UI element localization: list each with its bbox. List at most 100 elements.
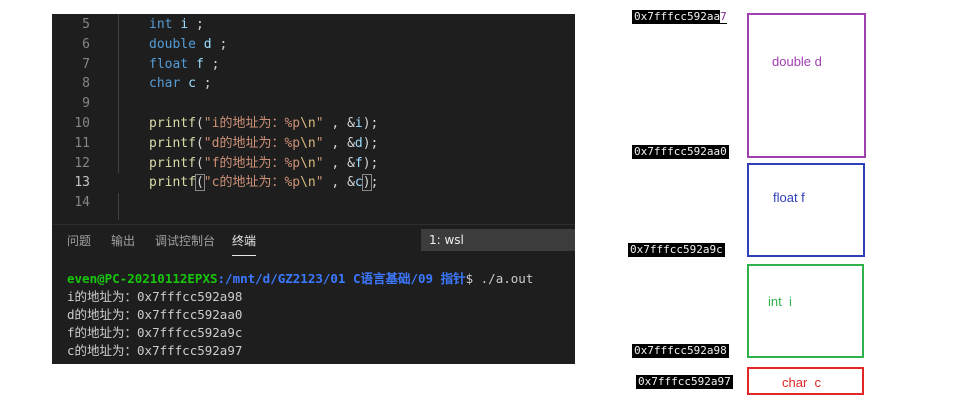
code-line[interactable]: 7 float f ; [52,55,575,75]
vscode-window: 5 int i ; 6 double d ; 7 float f ; 8 char c ; 9 1… [52,14,575,364]
tab-debug-console[interactable]: 调试控制台 [155,232,215,249]
code-token: int [149,17,173,32]
memory-box-label: float f [773,190,805,205]
line-number: 11 [74,135,90,151]
code-token: c [354,175,363,191]
code-token: ; [195,76,212,92]
prompt-command: $ ./a.out [465,271,534,286]
code-token: float [149,56,189,72]
line-number: 10 [74,116,90,131]
code-token: "d的地址为：%p [203,135,301,151]
terminal-output-line: f的地址为：0x7fffcc592a9c [67,325,243,340]
code-text: printf("f的地址为：%p\n" , &f); [149,154,378,174]
tab-problems[interactable]: 问题 [67,232,91,249]
code-token: c [188,76,196,92]
code-line[interactable]: 11 printf("d的地址为：%p\n" , &d); [52,134,575,154]
line-number: 12 [74,155,90,171]
terminal-select[interactable]: 1: wsl [421,229,575,251]
memory-box-label: int i [768,294,792,309]
line-number: 7 [82,56,90,72]
address-label-a9c: 0x7fffcc592a9c [628,243,725,257]
code-token: , & [323,155,355,171]
code-text: printf("d的地址为：%p\n" , &d); [149,134,378,154]
code-line[interactable]: 12 printf("f的地址为：%p\n" , &f); [52,154,575,174]
code-token: ; [188,17,204,32]
code-token: " [315,155,324,171]
memory-box-char: char c [747,367,864,395]
code-token: " [315,175,324,191]
terminal-output-line: c的地址为：0x7fffcc592a97 [67,343,243,358]
address-label-a98: 0x7fffcc592a98 [632,344,729,358]
code-token: ( [195,155,204,171]
tab-output[interactable]: 输出 [111,232,135,249]
code-token: \n [300,116,316,131]
address-label-top-main: 0x7fffcc592aa [634,10,721,23]
code-line[interactable]: 6 double d ; [52,35,575,55]
code-token: ); [362,116,379,131]
code-token: " [315,135,324,151]
code-token: double [149,36,196,52]
code-token: \n [300,155,316,171]
code-token: d [354,135,363,151]
code-text: int i ; [149,15,204,35]
memory-box-int: int i [747,264,864,358]
code-token: "c的地址为：%p [203,175,301,191]
code-text: char c ; [149,74,212,94]
code-line[interactable]: 5 int i ; [52,15,575,35]
code-token: "i的地址为：%p [203,116,301,131]
line-number: 13 [74,175,90,191]
code-line[interactable]: 9 [52,94,575,114]
code-token: i [180,17,189,32]
code-token: ); [362,155,379,171]
code-token: " [315,116,324,131]
address-label-top: 0x7fffcc592aa7 [632,10,727,24]
code-token: "f的地址为：%p [203,155,301,171]
terminal-prompt-line: even@PC-20210112EPXS:/mnt/d/GZ2123/01 C语… [67,270,533,288]
memory-box-label: double d [772,54,822,69]
code-line[interactable]: 10 printf("i的地址为：%p\n" , &i); [52,114,575,134]
code-text: printf("c的地址为：%p\n" , &c); [149,173,378,193]
line-number: 6 [82,36,90,52]
code-token: ( [195,135,204,151]
code-token: printf [149,116,196,131]
code-line[interactable]: 8 char c ; [52,74,575,94]
terminal-output-line: i的地址为：0x7fffcc592a98 [67,289,243,304]
code-token: ; [370,175,379,191]
line-number: 9 [82,96,90,112]
memory-box-double: double d [747,13,866,158]
code-token: , & [323,116,355,131]
code-token: ); [362,135,379,151]
code-token: \n [300,135,316,151]
address-label-a97: 0x7fffcc592a97 [636,375,733,389]
code-token: ; [203,56,220,72]
code-text: double d ; [149,35,227,55]
prompt-path: :/mnt/d/GZ2123/01 C语言基础/09 指针 [217,271,466,286]
code-token: char [149,76,181,92]
tab-terminal[interactable]: 终端 [232,232,257,256]
code-token: d [203,36,212,52]
code-editor[interactable]: 5 int i ; 6 double d ; 7 float f ; 8 char c ; 9 1… [52,14,575,220]
code-line[interactable]: 13 printf("c的地址为：%p\n" , &c); [52,173,575,194]
prompt-user: even@PC-20210112EPXS [67,271,218,286]
line-number: 8 [82,76,90,92]
code-text: float f ; [149,55,219,75]
code-token: ( [194,174,205,192]
line-number: 5 [82,17,90,32]
code-token: i [354,116,363,131]
code-token: f [195,56,204,72]
code-line[interactable]: 14 [52,193,575,213]
code-token: ( [195,116,204,131]
terminal-output-line: d的地址为：0x7fffcc592aa0 [67,307,243,322]
terminal-output[interactable]: even@PC-20210112EPXS:/mnt/d/GZ2123/01 C语… [52,270,575,364]
panel-tab-bar: 问题 输出 调试控制台 终端 1: wsl [52,224,575,256]
code-token: printf [149,135,196,151]
code-token: f [354,155,363,171]
memory-box-float: float f [747,163,865,257]
code-text: printf("i的地址为：%p\n" , &i); [149,114,378,134]
code-token: ; [211,36,228,52]
code-token: \n [300,175,316,191]
address-label-top-tail: 7 [720,10,727,23]
